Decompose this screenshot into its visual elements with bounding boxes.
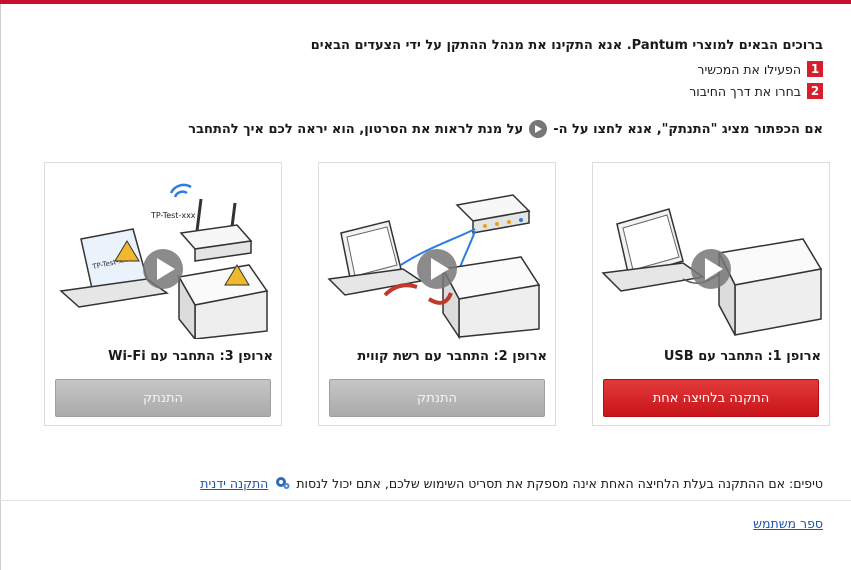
router-icon	[455, 194, 531, 234]
step-number-badge: 2	[807, 83, 823, 99]
gear-icon	[274, 474, 290, 493]
tips-line: טיפים: אם ההתקנה בעלת הלחיצה האחת אינה מ…	[200, 474, 823, 493]
step-2: 2 בחרו את דרך החיבור	[311, 83, 823, 99]
wired-disconnect-button[interactable]: התנתק	[329, 379, 545, 417]
play-icon	[529, 120, 548, 138]
hint-text-start: אם הכפתור מציג "התנתק", אנא לחצו על ה-	[553, 121, 823, 137]
printer-icon	[717, 238, 823, 336]
step-label: בחרו את דרך החיבור	[689, 83, 801, 99]
option-title: ארופן 2: התחבר עם רשת קווית	[357, 349, 547, 364]
wifi-disconnect-button[interactable]: התנתק	[55, 379, 271, 417]
one-click-install-button[interactable]: התקנה בלחיצה אחת	[603, 379, 819, 417]
laptop-icon	[601, 208, 705, 292]
ssid-label: TP-Test-xxx	[150, 211, 196, 220]
printer-icon	[441, 256, 541, 339]
usb-connection-illustration	[601, 208, 823, 336]
option-card-usb: ארופן 1: התחבר עם USB התקנה בלחיצה אחת	[592, 162, 830, 426]
wired-connection-illustration	[327, 194, 541, 339]
divider	[0, 500, 851, 501]
option-title: ארופן 1: התחבר עם USB	[663, 349, 821, 364]
option-title: ארופן 3: התחבר עם Wi-Fi	[108, 349, 273, 364]
video-hint: אם הכפתור מציג "התנתק", אנא לחצו על ה- ע…	[188, 120, 823, 138]
window-left-border	[0, 0, 1, 570]
printer-icon	[177, 264, 269, 339]
option-card-wifi: TP-Test-xxx TP-Test-xxx ארופן 3: התחבר ע…	[44, 162, 282, 426]
wifi-connection-illustration: TP-Test-xxx TP-Test-xxx	[59, 183, 269, 339]
step-number-badge: 1	[807, 61, 823, 77]
tips-text: טיפים: אם ההתקנה בעלת הלחיצה האחת אינה מ…	[296, 476, 823, 491]
manual-install-link[interactable]: התקנה ידנית	[200, 476, 268, 491]
router-icon	[179, 198, 253, 262]
option-card-wired: ארופן 2: התחבר עם רשת קווית התנתק	[318, 162, 556, 426]
welcome-text: ברוכים הבאים למוצרי Pantum. אנא התקינו א…	[310, 38, 823, 53]
instructions-header: ברוכים הבאים למוצרי Pantum. אנא התקינו א…	[311, 38, 823, 105]
wifi-icon	[169, 183, 192, 198]
step-label: הפעילו את המכשיר	[697, 61, 801, 77]
user-manual-link[interactable]: ספר משתמש	[753, 516, 823, 531]
top-accent-bar	[0, 0, 851, 4]
step-1: 1 הפעילו את המכשיר	[311, 61, 823, 77]
hint-text-end: על מנת לראות את הסרטון, הוא יראה לכם איך…	[188, 121, 524, 137]
